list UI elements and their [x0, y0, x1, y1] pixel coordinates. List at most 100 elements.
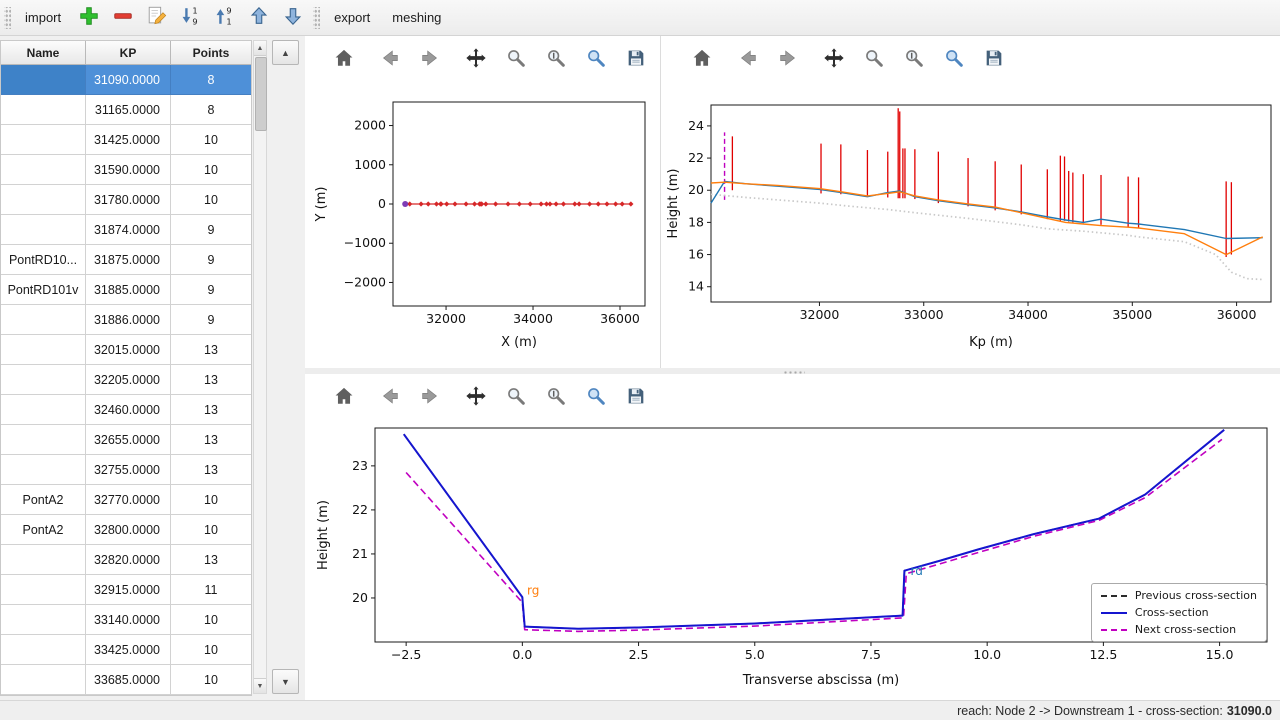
cell-kp[interactable]: 31874.0000 — [86, 215, 171, 245]
forward-button[interactable] — [413, 381, 447, 411]
cell-kp[interactable]: 32915.0000 — [86, 575, 171, 605]
add-row-button[interactable] — [75, 4, 103, 32]
cell-points[interactable]: 10 — [171, 605, 251, 635]
pan-button[interactable] — [459, 381, 493, 411]
table-row[interactable]: 31165.00008 — [1, 95, 251, 125]
import-button[interactable]: import — [17, 6, 69, 29]
cell-name[interactable] — [1, 395, 86, 425]
table-scrollbar[interactable]: ▲ ▼ — [253, 40, 267, 694]
cell-points[interactable]: 13 — [171, 365, 251, 395]
cell-name[interactable] — [1, 635, 86, 665]
cell-kp[interactable]: 33425.0000 — [86, 635, 171, 665]
cell-name[interactable] — [1, 215, 86, 245]
cell-points[interactable]: 9 — [171, 305, 251, 335]
cell-kp[interactable]: 32655.0000 — [86, 425, 171, 455]
longitudinal-profile-chart[interactable]: 3200033000340003500036000141618202224Kp … — [661, 80, 1280, 365]
cell-points[interactable]: 10 — [171, 125, 251, 155]
cell-kp[interactable]: 31090.0000 — [86, 65, 171, 95]
cell-name[interactable] — [1, 365, 86, 395]
column-header-points[interactable]: Points — [171, 41, 251, 65]
zoom-region-button[interactable] — [579, 381, 613, 411]
column-header-kp[interactable]: KP — [86, 41, 171, 65]
cross-section-chart[interactable]: −2.50.02.55.07.510.012.515.020212223Tran… — [305, 410, 1280, 700]
cell-points[interactable]: 9 — [171, 275, 251, 305]
toolbar-grip[interactable] — [313, 7, 320, 29]
table-row[interactable]: PontA232800.000010 — [1, 515, 251, 545]
cell-kp[interactable]: 33140.0000 — [86, 605, 171, 635]
pan-button[interactable] — [817, 43, 851, 73]
table-row[interactable]: 32820.000013 — [1, 545, 251, 575]
cell-kp[interactable]: 31875.0000 — [86, 245, 171, 275]
cell-name[interactable] — [1, 95, 86, 125]
table-row[interactable]: 32655.000013 — [1, 425, 251, 455]
table-row[interactable]: 31874.00009 — [1, 215, 251, 245]
cell-points[interactable]: 13 — [171, 455, 251, 485]
cell-name[interactable] — [1, 545, 86, 575]
move-up-button[interactable] — [245, 4, 273, 32]
cell-name[interactable] — [1, 305, 86, 335]
cell-name[interactable] — [1, 65, 86, 95]
table-row[interactable]: 33685.000010 — [1, 665, 251, 695]
table-row[interactable]: 31090.00008 — [1, 65, 251, 95]
remove-row-button[interactable] — [109, 4, 137, 32]
cell-points[interactable]: 11 — [171, 575, 251, 605]
cell-kp[interactable]: 31165.0000 — [86, 95, 171, 125]
cell-kp[interactable]: 31886.0000 — [86, 305, 171, 335]
forward-button[interactable] — [771, 43, 805, 73]
cell-kp[interactable]: 31590.0000 — [86, 155, 171, 185]
table-row[interactable]: PontRD101v31885.00009 — [1, 275, 251, 305]
table-row[interactable]: 31780.000010 — [1, 185, 251, 215]
cell-points[interactable]: 13 — [171, 335, 251, 365]
column-header-name[interactable]: Name — [1, 41, 86, 65]
save-button[interactable] — [619, 43, 653, 73]
table-row[interactable]: 33425.000010 — [1, 635, 251, 665]
cell-points[interactable]: 10 — [171, 485, 251, 515]
cell-points[interactable]: 8 — [171, 95, 251, 125]
cell-kp[interactable]: 32015.0000 — [86, 335, 171, 365]
meshing-button[interactable]: meshing — [384, 6, 449, 29]
cell-name[interactable] — [1, 605, 86, 635]
cell-kp[interactable]: 31885.0000 — [86, 275, 171, 305]
back-button[interactable] — [731, 43, 765, 73]
table-row[interactable]: 32755.000013 — [1, 455, 251, 485]
cell-kp[interactable]: 31425.0000 — [86, 125, 171, 155]
cell-kp[interactable]: 32770.0000 — [86, 485, 171, 515]
cell-kp[interactable]: 32205.0000 — [86, 365, 171, 395]
back-button[interactable] — [373, 43, 407, 73]
cell-points[interactable]: 13 — [171, 545, 251, 575]
cell-kp[interactable]: 31780.0000 — [86, 185, 171, 215]
home-button[interactable] — [327, 43, 361, 73]
plan-view-chart[interactable]: 320003400036000200010000−1000−2000X (m)Y… — [305, 80, 660, 365]
cell-kp[interactable]: 32800.0000 — [86, 515, 171, 545]
zoom-region-button[interactable] — [937, 43, 971, 73]
cell-kp[interactable]: 32755.0000 — [86, 455, 171, 485]
table-row[interactable]: PontA232770.000010 — [1, 485, 251, 515]
cell-name[interactable] — [1, 575, 86, 605]
table-row[interactable]: 31590.000010 — [1, 155, 251, 185]
table-row[interactable]: PontRD10...31875.00009 — [1, 245, 251, 275]
cell-points[interactable]: 10 — [171, 635, 251, 665]
zoom-options-button[interactable] — [897, 43, 931, 73]
table-row[interactable]: 32915.000011 — [1, 575, 251, 605]
page-down-button[interactable]: ▼ — [272, 669, 299, 694]
splitter-grip[interactable] — [783, 369, 805, 374]
back-button[interactable] — [373, 381, 407, 411]
cell-name[interactable] — [1, 335, 86, 365]
cell-name[interactable]: PontA2 — [1, 515, 86, 545]
table-row[interactable]: 31886.00009 — [1, 305, 251, 335]
cell-name[interactable]: PontA2 — [1, 485, 86, 515]
cell-name[interactable] — [1, 155, 86, 185]
cell-name[interactable]: PontRD101v — [1, 275, 86, 305]
cell-points[interactable]: 13 — [171, 395, 251, 425]
cell-name[interactable] — [1, 185, 86, 215]
cell-kp[interactable]: 32820.0000 — [86, 545, 171, 575]
pan-button[interactable] — [459, 43, 493, 73]
cell-points[interactable]: 10 — [171, 665, 251, 695]
cell-points[interactable]: 9 — [171, 215, 251, 245]
cell-points[interactable]: 10 — [171, 155, 251, 185]
cell-name[interactable]: PontRD10... — [1, 245, 86, 275]
move-down-button[interactable] — [279, 4, 307, 32]
cell-name[interactable] — [1, 425, 86, 455]
cell-name[interactable] — [1, 455, 86, 485]
home-button[interactable] — [327, 381, 361, 411]
